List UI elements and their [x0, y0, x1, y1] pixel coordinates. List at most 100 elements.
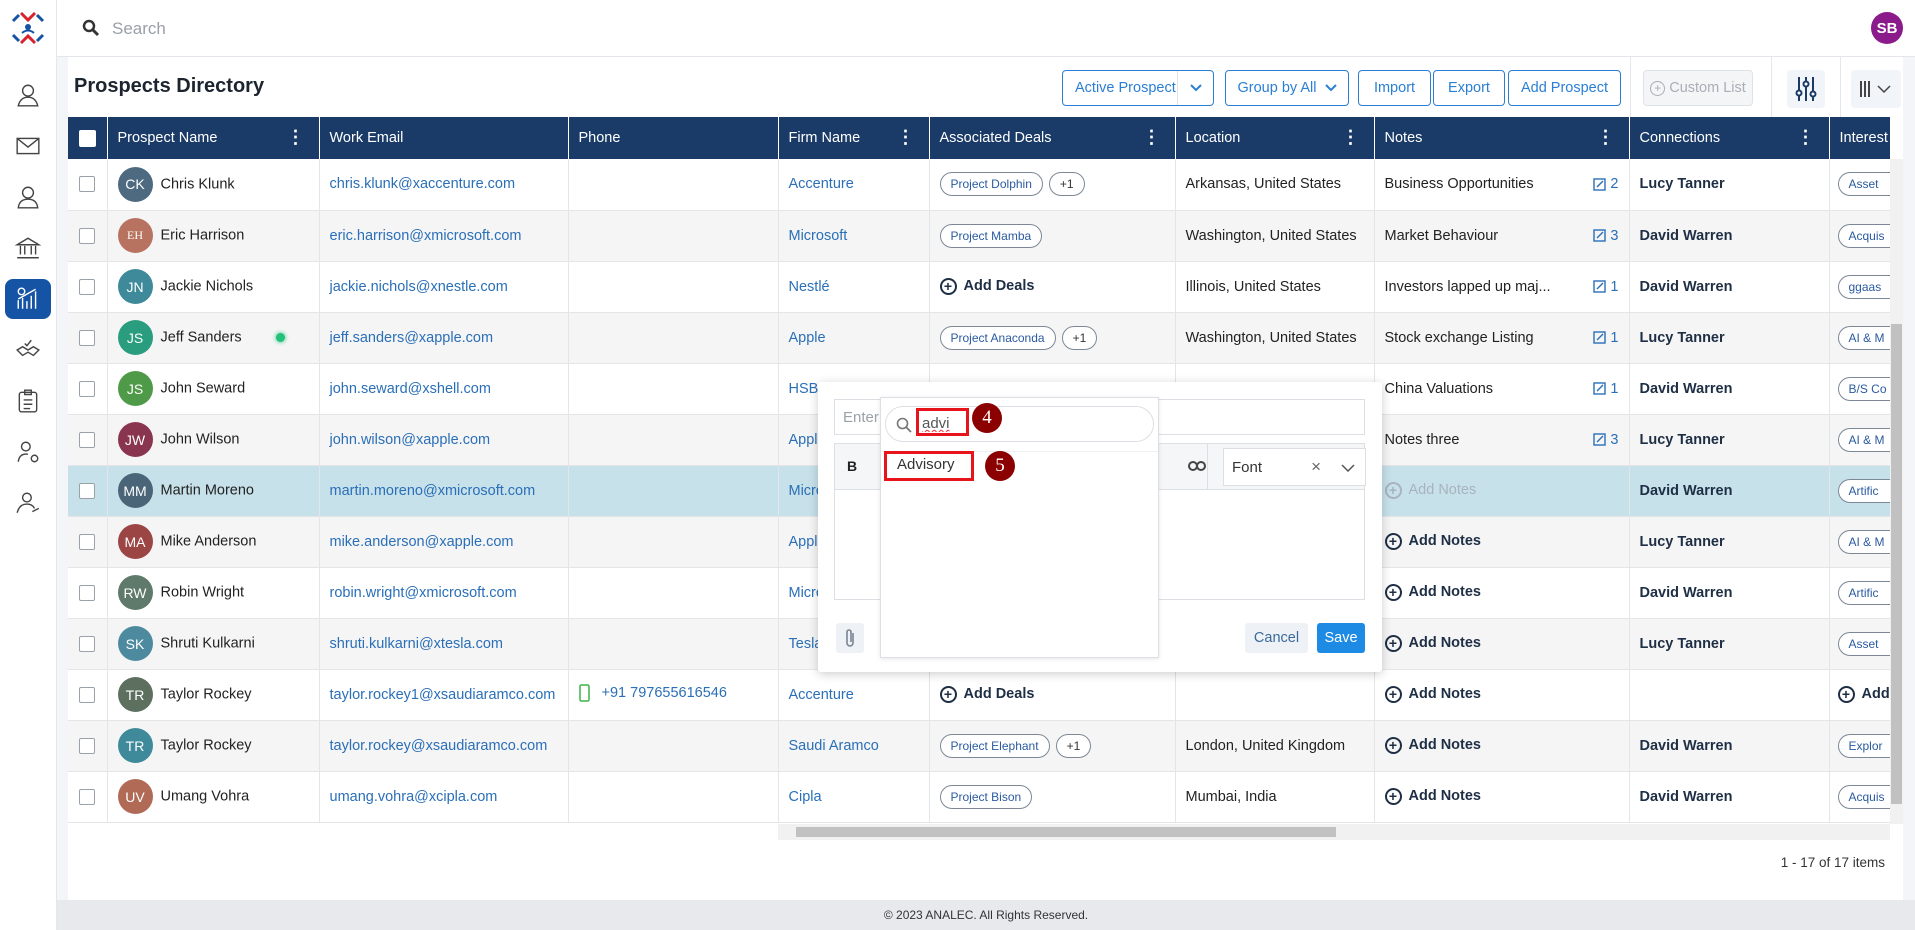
firm-name-link[interactable]: Apple [789, 330, 826, 346]
prospect-name[interactable]: Shruti Kulkarni [161, 635, 255, 651]
add-interest-button[interactable]: + Add [1837, 685, 1890, 703]
row-checkbox[interactable] [79, 176, 96, 193]
add-notes-button[interactable]: + Add Notes [1384, 685, 1481, 703]
phone-number[interactable]: +91 797655616546 [602, 685, 727, 701]
more-deals-chip[interactable]: +1 [1048, 172, 1085, 197]
prospect-name[interactable]: John Wilson [161, 431, 240, 447]
note-count[interactable]: 3 [1593, 432, 1619, 448]
deal-chip[interactable]: Project Dolphin [939, 172, 1043, 197]
table-row[interactable]: JN Jackie Nichols jackie.nichols@xnestle.c… [68, 261, 1890, 313]
interest-chip[interactable]: Acquis [1837, 223, 1890, 248]
work-email-link[interactable]: jeff.sanders@xapple.com [330, 330, 494, 346]
bold-button[interactable]: B [847, 458, 857, 474]
firm-name-link[interactable]: Accenture [789, 176, 854, 192]
sidebar-item-clipboard[interactable] [5, 381, 51, 421]
clear-icon[interactable]: × [1311, 457, 1321, 477]
add-notes-button[interactable]: + Add Notes [1384, 532, 1481, 550]
note-text[interactable]: China Valuations [1385, 381, 1494, 397]
row-checkbox[interactable] [79, 584, 96, 601]
sidebar-item-handshake[interactable] [5, 330, 51, 370]
sidebar-item-mail[interactable] [5, 126, 51, 166]
column-chooser-button[interactable] [1851, 70, 1901, 108]
row-checkbox[interactable] [79, 788, 96, 805]
select-all-checkbox[interactable] [78, 129, 96, 147]
row-checkbox[interactable] [79, 686, 96, 703]
add-deals-button[interactable]: + Add Deals [939, 685, 1034, 703]
column-menu-icon[interactable]: ⋮ [1797, 128, 1815, 146]
add-notes-button[interactable]: + Add Notes [1384, 583, 1481, 601]
note-text[interactable]: Notes three [1385, 432, 1460, 448]
firm-name-link[interactable]: Accenture [789, 687, 854, 703]
sidebar-item-user[interactable] [5, 177, 51, 217]
work-email-link[interactable]: john.seward@xshell.com [330, 381, 491, 397]
interest-chip[interactable]: AI & M [1837, 427, 1890, 452]
more-deals-chip[interactable]: +1 [1061, 325, 1098, 350]
table-row[interactable]: CK Chris Klunk chris.klunk@xaccenture.com A… [68, 159, 1890, 211]
firm-name-link[interactable]: Microsoft [789, 228, 848, 244]
chevron-down-icon[interactable] [1177, 71, 1213, 105]
deal-chip[interactable]: Project Elephant [939, 733, 1050, 758]
group-by-dropdown[interactable]: Group by All [1225, 70, 1349, 106]
add-prospect-button[interactable]: Add Prospect [1508, 70, 1621, 106]
column-menu-icon[interactable]: ⋮ [897, 128, 915, 146]
sidebar-item-bank[interactable] [5, 228, 51, 268]
sidebar-item-analytics[interactable] [5, 279, 51, 319]
work-email-link[interactable]: shruti.kulkarni@xtesla.com [330, 636, 503, 652]
row-checkbox[interactable] [79, 533, 96, 550]
column-header-interest[interactable]: Interest [1829, 117, 1890, 159]
attach-button[interactable] [836, 623, 864, 653]
column-header-associated-deals[interactable]: Associated Deals ⋮ [929, 117, 1176, 159]
active-prospect-dropdown[interactable]: Active Prospect [1062, 70, 1214, 106]
export-button[interactable]: Export [1433, 70, 1505, 106]
table-row[interactable]: JS Jeff Sanders jeff.sanders@xapple.com App… [68, 312, 1890, 364]
column-menu-icon[interactable]: ⋮ [1342, 128, 1360, 146]
table-row[interactable]: TR Taylor Rockey taylor.rockey1@xsaudiaram… [68, 669, 1890, 721]
interest-chip[interactable]: Asset [1837, 172, 1890, 197]
import-button[interactable]: Import [1358, 70, 1431, 106]
sidebar-item-contacts[interactable] [5, 75, 51, 115]
add-deals-button[interactable]: + Add Deals [939, 277, 1034, 295]
prospect-name[interactable]: Taylor Rockey [161, 686, 252, 702]
add-notes-button[interactable]: + Add Notes [1384, 481, 1476, 499]
work-email-link[interactable]: mike.anderson@xapple.com [330, 534, 514, 550]
prospect-name[interactable]: Jeff Sanders [161, 329, 242, 345]
prospect-name[interactable]: Taylor Rockey [161, 737, 252, 753]
column-menu-icon[interactable]: ⋮ [1597, 128, 1615, 146]
interest-chip[interactable]: AI & M [1837, 325, 1890, 350]
note-count[interactable]: 1 [1593, 330, 1619, 346]
filter-sliders-button[interactable] [1787, 70, 1825, 108]
table-row[interactable]: TR Taylor Rockey taylor.rockey@xsaudiaramc… [68, 720, 1890, 772]
note-text[interactable]: Stock exchange Listing [1385, 330, 1534, 346]
note-count[interactable]: 1 [1593, 279, 1619, 295]
table-row[interactable]: EH Eric Harrison eric.harrison@xmicrosoft.… [68, 210, 1890, 262]
work-email-link[interactable]: eric.harrison@xmicrosoft.com [330, 228, 522, 244]
row-checkbox[interactable] [79, 482, 96, 499]
interest-chip[interactable]: ggaas [1837, 274, 1890, 299]
work-email-link[interactable]: umang.vohra@xcipla.com [330, 789, 498, 805]
prospect-name[interactable]: Chris Klunk [161, 176, 235, 192]
table-row[interactable]: UV Umang Vohra umang.vohra@xcipla.com Cipla… [68, 771, 1890, 823]
add-notes-button[interactable]: + Add Notes [1384, 736, 1481, 754]
link-icon[interactable] [1188, 459, 1206, 473]
row-checkbox[interactable] [79, 227, 96, 244]
row-checkbox[interactable] [79, 635, 96, 652]
row-checkbox[interactable] [79, 431, 96, 448]
add-notes-button[interactable]: + Add Notes [1384, 787, 1481, 805]
column-header-firm-name[interactable]: Firm Name ⋮ [778, 117, 930, 159]
add-notes-button[interactable]: + Add Notes [1384, 634, 1481, 652]
prospect-name[interactable]: John Seward [161, 380, 246, 396]
column-header-phone[interactable]: Phone [568, 117, 779, 159]
vertical-scrollbar[interactable] [1890, 159, 1903, 824]
deal-chip[interactable]: Project Mamba [939, 223, 1043, 248]
firm-name-link[interactable]: Saudi Aramco [789, 738, 879, 754]
column-header-prospect-name[interactable]: Prospect Name ⋮ [107, 117, 320, 159]
interest-chip[interactable]: Artific [1837, 580, 1890, 605]
work-email-link[interactable]: taylor.rockey@xsaudiaramco.com [330, 738, 548, 754]
global-search-input[interactable] [112, 14, 612, 44]
note-text[interactable]: Business Opportunities [1385, 176, 1534, 192]
note-count[interactable]: 3 [1593, 228, 1619, 244]
custom-list-button[interactable]: + Custom List [1643, 70, 1753, 106]
prospect-name[interactable]: Robin Wright [161, 584, 245, 600]
interest-chip[interactable]: B/S Co [1837, 376, 1890, 401]
prospect-name[interactable]: Martin Moreno [161, 482, 254, 498]
